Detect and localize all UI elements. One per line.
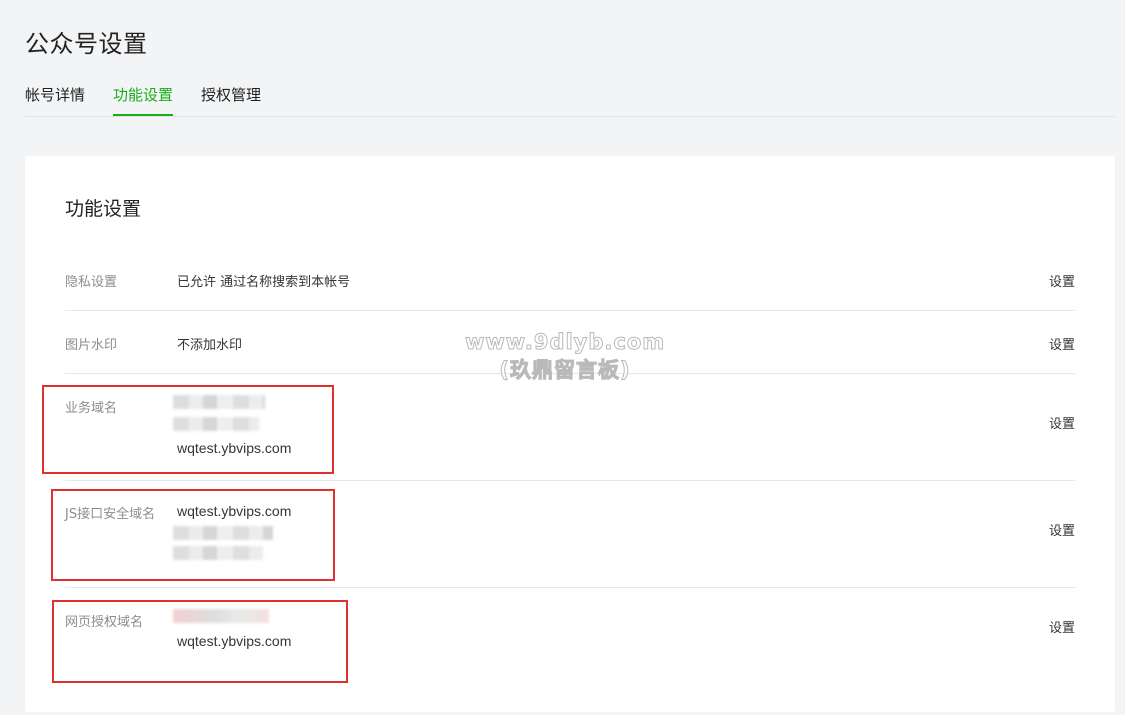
tab-bar: 帐号详情 功能设置 授权管理 bbox=[25, 80, 1115, 117]
row-value: 已允许 通过名称搜索到本帐号 bbox=[177, 275, 351, 290]
watermark-settings-button[interactable]: 设置 bbox=[1049, 334, 1075, 353]
highlight-box-js-domain bbox=[51, 489, 335, 581]
row-value: 不添加水印 bbox=[177, 338, 243, 353]
row-label: 隐私设置 bbox=[65, 275, 118, 290]
tab-authorization-management[interactable]: 授权管理 bbox=[201, 80, 261, 114]
business-domain-settings-button[interactable]: 设置 bbox=[1049, 413, 1075, 432]
row-label: 图片水印 bbox=[65, 338, 118, 353]
js-domain-settings-button[interactable]: 设置 bbox=[1049, 520, 1075, 539]
privacy-settings-button[interactable]: 设置 bbox=[1049, 271, 1075, 290]
highlight-box-business-domain bbox=[42, 385, 334, 474]
watermark-url: www.9dlyb.com bbox=[465, 330, 666, 355]
tab-account-details[interactable]: 帐号详情 bbox=[25, 80, 85, 114]
tab-feature-settings[interactable]: 功能设置 bbox=[113, 80, 174, 116]
highlight-box-web-auth-domain bbox=[52, 600, 348, 683]
settings-row-privacy: 隐私设置 已允许 通过名称搜索到本帐号 设置 bbox=[65, 246, 1075, 311]
page-title: 公众号设置 bbox=[25, 30, 148, 58]
watermark-caption: (玖鼎留言板) bbox=[499, 358, 631, 383]
section-title: 功能设置 bbox=[65, 198, 142, 220]
watermark-overlay: www.9dlyb.com (玖鼎留言板) bbox=[465, 328, 665, 384]
web-auth-domain-settings-button[interactable]: 设置 bbox=[1049, 617, 1075, 636]
